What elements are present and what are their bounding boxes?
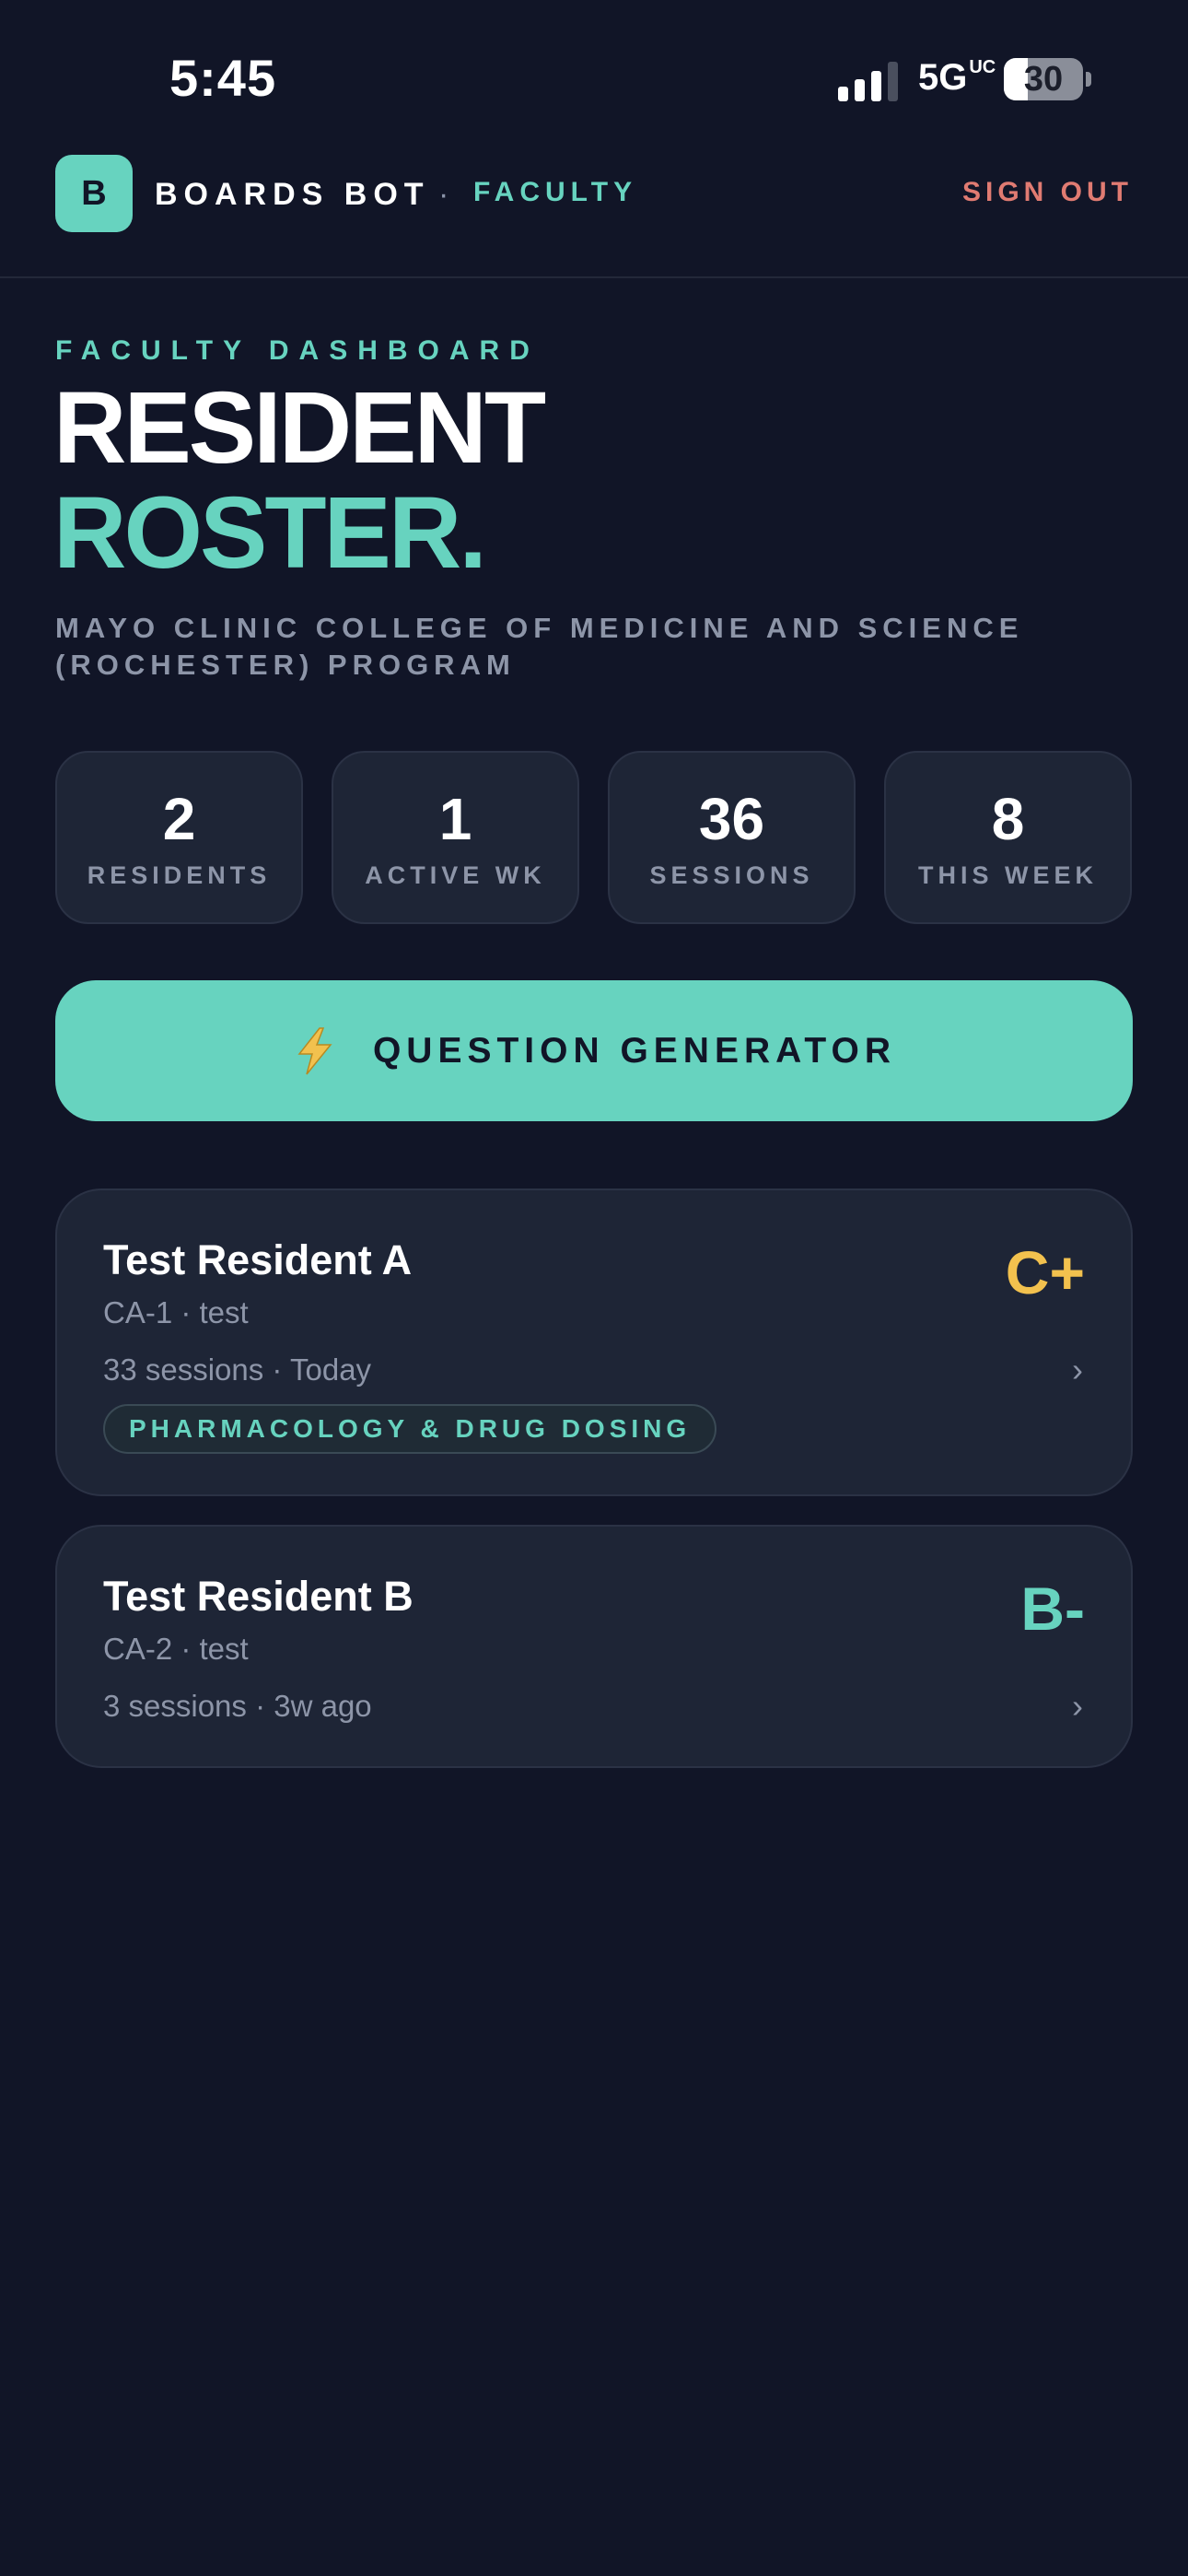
resident-name: Test Resident A [103,1236,413,1283]
network-suffix: UC [969,57,996,77]
app-logo: B [55,155,133,232]
page-eyebrow: FACULTY DASHBOARD [55,335,540,366]
question-generator-label: QUESTION GENERATOR [372,1030,897,1071]
resident-sessions: 33 sessions · Today [103,1352,372,1387]
resident-grade: B- [1020,1575,1085,1643]
stat-value: 1 [438,786,472,852]
resident-name: Test Resident B [103,1573,413,1620]
stat-label: ACTIVE WK [365,861,546,889]
resident-meta: CA-2 · test [103,1632,249,1666]
resident-sessions: 3 sessions · 3w ago [103,1689,372,1723]
resident-card[interactable]: Test Resident B CA-2 · test 3 sessions ·… [55,1525,1133,1768]
page-title-line1: RESIDENT [53,371,546,485]
status-bar: 5:45 5G UC 30 [0,0,1188,147]
stat-label: THIS WEEK [917,861,1098,889]
sign-out-button[interactable]: SIGN OUT [962,177,1133,208]
stat-value: 36 [698,786,765,852]
stat-card-residents: 2 RESIDENTS [55,751,303,924]
chevron-right-icon: › [1072,1687,1083,1725]
status-time: 5:45 [169,49,277,107]
battery-nub [1086,72,1091,87]
stat-label: SESSIONS [649,861,814,889]
page-title-line2: ROSTER. [53,476,487,590]
chevron-right-icon: › [1072,1351,1083,1388]
brand-name: BOARDS BOT [155,177,430,212]
stat-card-active-week: 1 ACTIVE WK [332,751,579,924]
lightning-icon [297,1026,332,1074]
program-name: MAYO CLINIC COLLEGE OF MEDICINE AND SCIE… [55,612,1024,681]
cellular-signal-icon [838,61,899,101]
resident-meta: CA-1 · test [103,1295,249,1329]
resident-card[interactable]: Test Resident A CA-1 · test 33 sessions … [55,1188,1133,1496]
battery-icon: 30 [1004,58,1083,100]
role-label: FACULTY [473,177,638,207]
resident-grade: C+ [1005,1238,1085,1306]
stat-value: 2 [162,786,196,852]
stat-value: 8 [991,786,1025,852]
stat-card-sessions: 36 SESSIONS [608,751,856,924]
stat-label: RESIDENTS [87,861,272,889]
brand-separator: · [438,177,449,212]
question-generator-button[interactable]: QUESTION GENERATOR [55,980,1133,1121]
battery-percent: 30 [1023,59,1064,99]
network-type: 5G UC [918,57,996,98]
stat-card-this-week: 8 THIS WEEK [884,751,1132,924]
topic-tag: PHARMACOLOGY & DRUG DOSING [103,1404,717,1454]
app-header: B BOARDS BOT · FACULTY SIGN OUT [0,153,1188,278]
